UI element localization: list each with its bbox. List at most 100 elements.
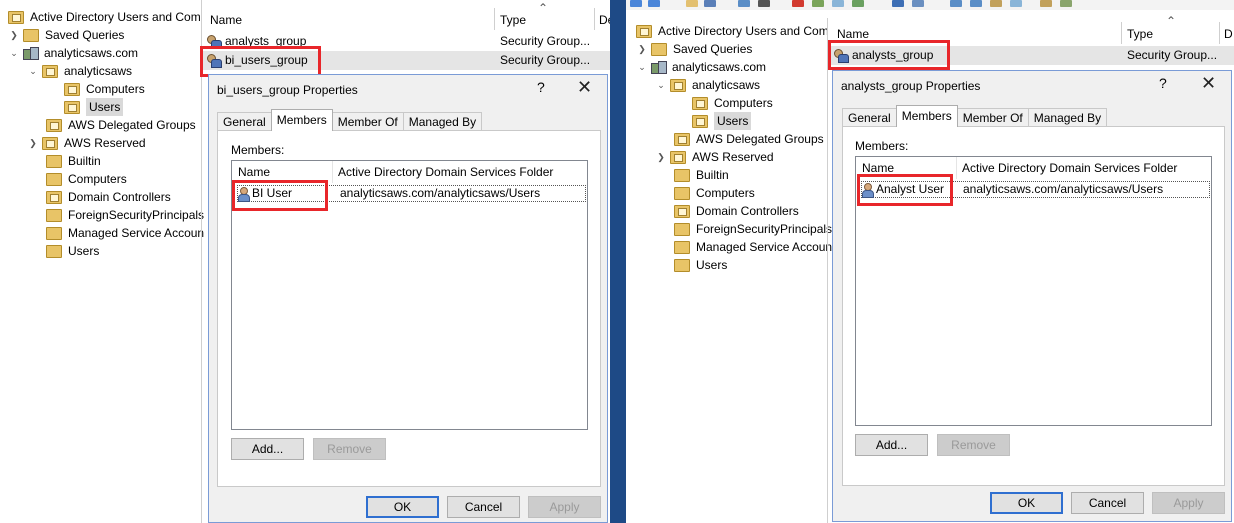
tree-item-ou-analyticsaws[interactable]: ⌄ analyticsaws <box>655 76 760 94</box>
tree-item-aws-reserved[interactable]: ❯ AWS Reserved <box>27 134 145 152</box>
tree-item-domain[interactable]: ⌄ analyticsaws.com <box>636 58 766 76</box>
column-header-type[interactable]: Type <box>1127 24 1153 44</box>
members-column-folder[interactable]: Active Directory Domain Services Folder <box>338 161 553 183</box>
tree-item-users[interactable]: Users <box>674 256 727 274</box>
column-divider[interactable] <box>1219 22 1220 44</box>
tree-item-aws-delegated[interactable]: AWS Delegated Groups <box>674 130 824 148</box>
column-header-description[interactable]: D <box>1224 24 1233 44</box>
tree-item-computers[interactable]: Computers <box>674 184 755 202</box>
cut-icon[interactable] <box>758 0 770 7</box>
apply-button[interactable]: Apply <box>1152 492 1225 514</box>
folder-icon <box>46 208 62 222</box>
tree-item-ou-users[interactable]: Users <box>692 112 752 130</box>
tree-item-foreign-security-principals[interactable]: ForeignSecurityPrincipals <box>674 220 832 238</box>
chevron-down-icon[interactable]: ⌄ <box>27 62 39 80</box>
chevron-right-icon[interactable]: ❯ <box>655 148 667 166</box>
tree-item-ou-analyticsaws[interactable]: ⌄ analyticsaws <box>27 62 132 80</box>
filter-icon[interactable] <box>1010 0 1022 7</box>
column-divider[interactable] <box>594 8 595 30</box>
properties-icon[interactable] <box>812 0 824 7</box>
column-header-description[interactable]: De <box>599 10 610 30</box>
help-button[interactable]: ? <box>537 79 545 95</box>
tab-general[interactable]: General <box>842 108 897 127</box>
folder-up-icon[interactable] <box>686 0 698 7</box>
highlight-box <box>857 174 953 206</box>
tab-managed-by[interactable]: Managed By <box>402 112 483 131</box>
add-button[interactable]: Add... <box>231 438 304 460</box>
refresh-icon[interactable] <box>832 0 844 7</box>
tree-item-users[interactable]: Users <box>46 242 99 260</box>
tree-item-ou-users[interactable]: Users <box>64 98 124 116</box>
tree-item-domain-controllers[interactable]: Domain Controllers <box>674 202 799 220</box>
delete-icon[interactable] <box>792 0 804 7</box>
export-icon[interactable] <box>852 0 864 7</box>
column-header-type[interactable]: Type <box>500 10 526 30</box>
tree-item-ou-computers[interactable]: Computers <box>692 94 773 112</box>
tree-item-label-selected: Users <box>86 98 124 116</box>
apply-button[interactable]: Apply <box>528 496 601 518</box>
show-tree-icon[interactable] <box>704 0 716 7</box>
close-button[interactable]: ✕ <box>1201 73 1216 94</box>
members-column-folder[interactable]: Active Directory Domain Services Folder <box>962 157 1177 179</box>
cancel-button[interactable]: Cancel <box>447 496 520 518</box>
pane-divider[interactable] <box>827 18 828 523</box>
tree-item-label: Saved Queries <box>673 42 753 56</box>
find-icon[interactable] <box>1040 0 1052 7</box>
new-ou-icon[interactable] <box>990 0 1002 7</box>
tree-item-foreign-security-principals[interactable]: ForeignSecurityPrincipals <box>46 206 204 224</box>
new-user-icon[interactable] <box>950 0 962 7</box>
column-header-name[interactable]: Name <box>210 10 242 30</box>
tree-item-domain[interactable]: ⌄ analyticsaws.com <box>8 44 138 62</box>
remove-button[interactable]: Remove <box>313 438 386 460</box>
help-icon[interactable] <box>892 0 904 7</box>
cancel-button[interactable]: Cancel <box>1071 492 1144 514</box>
column-divider[interactable] <box>494 8 495 30</box>
copy-icon[interactable] <box>738 0 750 7</box>
column-divider[interactable] <box>332 161 333 183</box>
tab-managed-by[interactable]: Managed By <box>1027 108 1108 127</box>
tree-item-computers[interactable]: Computers <box>46 170 127 188</box>
forward-icon[interactable] <box>648 0 660 7</box>
tab-strip: General Members Member Of Managed By <box>217 109 483 131</box>
tree-item-aws-delegated[interactable]: AWS Delegated Groups <box>46 116 196 134</box>
chevron-right-icon[interactable]: ❯ <box>8 26 20 44</box>
tab-members[interactable]: Members <box>270 109 333 131</box>
tab-member-of[interactable]: Member Of <box>331 112 404 131</box>
help-button[interactable]: ? <box>1159 75 1167 91</box>
chevron-down-icon[interactable]: ⌄ <box>636 58 648 76</box>
chevron-right-icon[interactable]: ❯ <box>27 134 39 152</box>
remove-button[interactable]: Remove <box>937 434 1010 456</box>
tree-root[interactable]: Active Directory Users and Com <box>8 8 201 26</box>
column-divider[interactable] <box>1121 22 1122 44</box>
chevron-down-icon[interactable]: ⌄ <box>8 44 20 62</box>
folder-icon <box>46 226 62 240</box>
back-icon[interactable] <box>630 0 642 7</box>
ok-button[interactable]: OK <box>990 492 1063 514</box>
view-icon[interactable] <box>912 0 924 7</box>
column-divider[interactable] <box>956 157 957 179</box>
new-group-icon[interactable] <box>970 0 982 7</box>
pane-divider[interactable] <box>201 0 202 523</box>
tree-item-managed-service-accounts[interactable]: Managed Service Accoun <box>46 224 204 242</box>
close-button[interactable]: ✕ <box>577 77 592 98</box>
chevron-right-icon[interactable]: ❯ <box>636 40 648 58</box>
tree-item-builtin[interactable]: Builtin <box>674 166 729 184</box>
tree-item-builtin[interactable]: Builtin <box>46 152 101 170</box>
tab-general[interactable]: General <box>217 112 272 131</box>
tab-members[interactable]: Members <box>895 105 958 127</box>
tree-item-saved-queries[interactable]: ❯ Saved Queries <box>8 26 124 44</box>
tab-member-of[interactable]: Member Of <box>956 108 1029 127</box>
add-to-group-icon[interactable] <box>1060 0 1072 7</box>
tree-item-saved-queries[interactable]: ❯ Saved Queries <box>636 40 752 58</box>
tree-root[interactable]: Active Directory Users and Com <box>636 22 829 40</box>
chevron-down-icon[interactable]: ⌄ <box>655 76 667 94</box>
tree-item-domain-controllers[interactable]: Domain Controllers <box>46 188 171 206</box>
tree-item-label: Users <box>68 244 100 258</box>
members-label: Members: <box>231 143 285 157</box>
ok-button[interactable]: OK <box>366 496 439 518</box>
properties-dialog: bi_users_group Properties ? ✕ General Me… <box>208 74 608 523</box>
add-button[interactable]: Add... <box>855 434 928 456</box>
tree-item-ou-computers[interactable]: Computers <box>64 80 145 98</box>
tree-item-managed-service-accounts[interactable]: Managed Service Accoun <box>674 238 832 256</box>
tree-item-aws-reserved[interactable]: ❯ AWS Reserved <box>655 148 773 166</box>
